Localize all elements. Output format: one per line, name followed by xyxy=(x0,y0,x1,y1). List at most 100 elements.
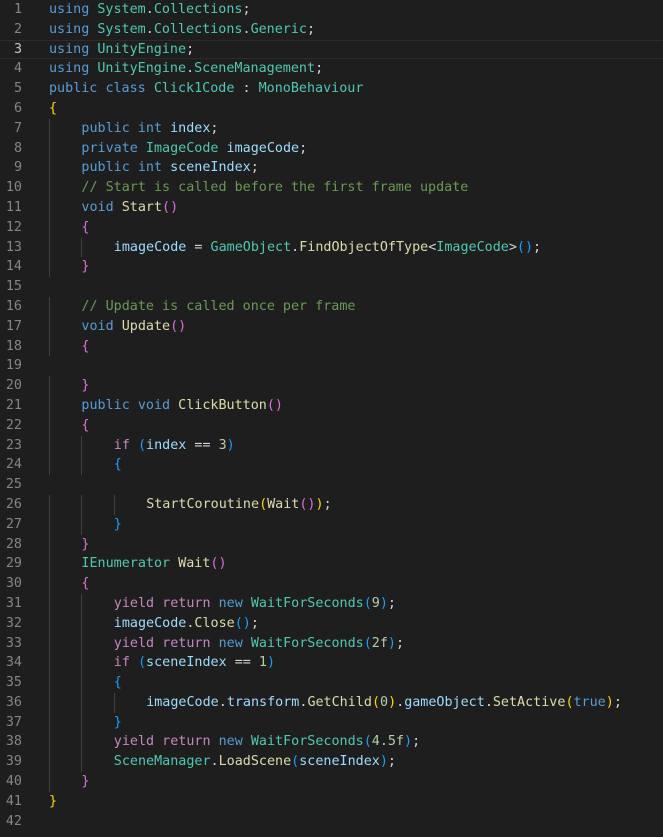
code-line[interactable]: 12 { xyxy=(0,217,663,238)
code-token: transform xyxy=(226,694,300,710)
code-line[interactable]: 8 private ImageCode imageCode; xyxy=(0,138,663,159)
code-token: ; xyxy=(307,21,316,37)
code-token: { xyxy=(81,576,90,592)
code-line[interactable]: 14} xyxy=(0,257,663,278)
code-line[interactable]: 13 imageCode = GameObject.FindObjectOfTyp… xyxy=(0,237,663,258)
code-token: void xyxy=(81,318,114,334)
code-text: } xyxy=(49,792,57,812)
code-line[interactable]: 16 // Update is called once per frame xyxy=(0,296,663,317)
code-text: using UnityEngine; xyxy=(49,40,194,60)
line-number: 13 xyxy=(5,239,22,255)
line-number: 21 xyxy=(5,397,22,413)
code-line[interactable]: 17 void Update() xyxy=(0,316,663,337)
code-token: Generic xyxy=(250,21,307,37)
code-text: { xyxy=(81,416,89,436)
code-line[interactable]: 35 { xyxy=(0,673,663,693)
code-text: using UnityEngine.SceneManagement; xyxy=(49,59,323,79)
code-line[interactable]: 5 public class Click1Code : MonoBehaviour xyxy=(0,79,663,99)
code-line[interactable]: 40} xyxy=(0,772,663,792)
code-line[interactable]: 9 public int sceneIndex; xyxy=(0,158,663,179)
code-token: GameObject xyxy=(210,239,292,255)
code-text: { xyxy=(81,574,89,594)
code-line[interactable]: 39 SceneManager.LoadScene(sceneIndex); xyxy=(0,752,663,773)
code-line[interactable]: 18 { xyxy=(0,336,663,357)
code-token: ClickButton xyxy=(178,397,267,413)
code-line[interactable]: 30 { xyxy=(0,574,663,594)
code-token: ; xyxy=(533,239,542,255)
code-line[interactable]: 41} xyxy=(0,792,663,812)
code-text: yield return new WaitForSeconds(2f); xyxy=(114,634,404,654)
code-line[interactable]: 3 using UnityEngine; xyxy=(0,40,663,60)
code-text: } xyxy=(81,535,89,555)
code-line[interactable]: 34 if (sceneIndex == 1) xyxy=(0,653,663,674)
code-token: = xyxy=(186,239,211,255)
indent-guide xyxy=(49,296,50,317)
line-number: 10 xyxy=(5,180,22,196)
indent-guide xyxy=(49,772,50,792)
code-line[interactable]: 7 public int index; xyxy=(0,118,663,139)
code-editor[interactable]: 1 using System.Collections; 2 using System.… xyxy=(0,0,663,837)
code-token: StartCoroutine xyxy=(146,496,260,512)
code-line[interactable]: 2 using System.Collections.Generic; xyxy=(0,20,663,40)
code-line[interactable]: 29 IEnumerator Wait() xyxy=(0,554,663,575)
code-token: index xyxy=(170,120,211,136)
line-number: 30 xyxy=(5,576,22,592)
indent-guide xyxy=(81,514,83,535)
line-number: 14 xyxy=(5,259,22,275)
code-line[interactable]: 36 imageCode.transform.GetChild(0).gameOb… xyxy=(0,692,663,713)
line-number: 3 xyxy=(13,41,22,57)
code-line[interactable]: 11 void Start() xyxy=(0,197,663,218)
indent-guide xyxy=(49,118,50,139)
code-token: 0 xyxy=(380,694,389,710)
indent-guide xyxy=(49,395,50,416)
code-token: () xyxy=(266,397,283,413)
code-token: } xyxy=(113,516,122,532)
line-number: 2 xyxy=(13,21,22,37)
line-number: 26 xyxy=(5,496,22,512)
line-number: 17 xyxy=(5,318,22,334)
code-line[interactable]: 1 using System.Collections; xyxy=(0,0,663,20)
code-line[interactable]: 38 yield return new WaitForSeconds(4.5f); xyxy=(0,732,663,753)
code-token: == xyxy=(226,655,259,671)
code-line[interactable]: 22 { xyxy=(0,415,663,436)
code-line[interactable]: 23 if (index == 3) xyxy=(0,435,663,456)
line-number: 1 xyxy=(13,2,22,17)
code-token: new xyxy=(218,734,243,750)
code-line[interactable]: 33 yield return new WaitForSeconds(2f); xyxy=(0,633,663,654)
code-text: yield return new WaitForSeconds(9); xyxy=(114,594,396,614)
code-line[interactable]: 19 xyxy=(0,356,663,376)
indent-guide xyxy=(49,376,50,396)
code-token: 4.5f xyxy=(371,734,405,750)
code-line[interactable]: 28} xyxy=(0,534,663,555)
indent-guide xyxy=(113,692,115,713)
code-line[interactable]: 6{ xyxy=(0,99,663,119)
code-token: ) xyxy=(266,655,276,671)
code-line[interactable]: 25 xyxy=(0,475,663,495)
indent-guide xyxy=(81,633,83,654)
code-line[interactable]: 24 { xyxy=(0,455,663,476)
code-line[interactable]: 4 using UnityEngine.SceneManagement; xyxy=(0,59,663,79)
code-line[interactable]: 15 xyxy=(0,277,663,297)
code-line[interactable]: 26 StartCoroutine(Wait()); xyxy=(0,494,663,515)
code-line[interactable]: 32 imageCode.Close(); xyxy=(0,613,663,634)
indent-guide xyxy=(49,692,50,713)
code-line[interactable]: 31 yield return new WaitForSeconds(9); xyxy=(0,593,663,614)
code-token: ) xyxy=(226,437,235,453)
code-line[interactable]: 10 // Start is called before the first fr… xyxy=(0,178,663,198)
line-number: 41 xyxy=(5,793,22,809)
code-line[interactable]: 21 public void ClickButton() xyxy=(0,395,663,416)
indent-guide xyxy=(49,217,50,238)
code-line[interactable]: 42 xyxy=(0,812,663,832)
code-text: StartCoroutine(Wait()); xyxy=(146,495,331,515)
code-line[interactable]: 37} xyxy=(0,712,663,733)
code-token: ; xyxy=(412,734,421,750)
code-line[interactable]: 27} xyxy=(0,514,663,535)
indent-guide xyxy=(49,237,50,258)
code-text: { xyxy=(81,218,89,238)
code-line[interactable]: 20} xyxy=(0,376,663,396)
code-token: yield xyxy=(113,635,155,651)
